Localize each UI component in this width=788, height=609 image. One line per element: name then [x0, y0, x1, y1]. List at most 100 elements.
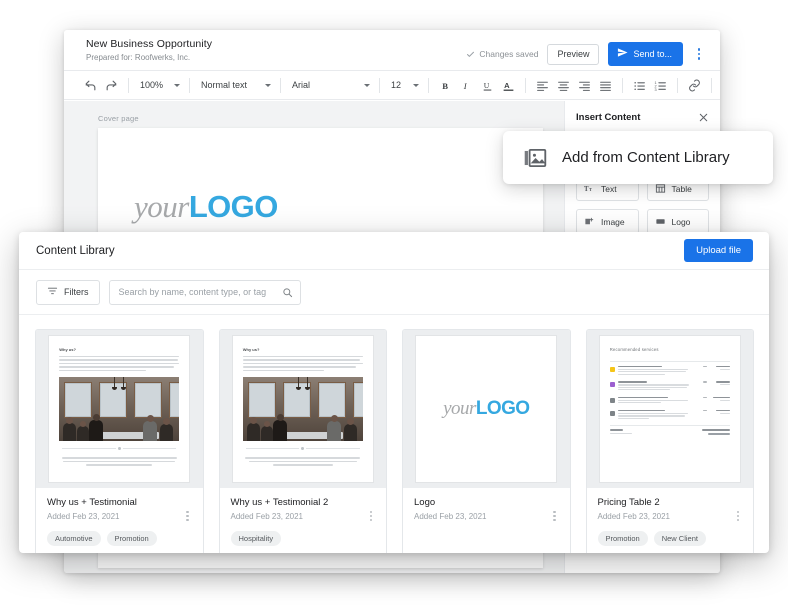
align-center-icon[interactable] [553, 75, 574, 96]
save-status-label: Changes saved [479, 49, 539, 59]
image-icon [584, 216, 595, 227]
thumbnail-page: yourLOGO [416, 335, 557, 482]
card-title: Why us + Testimonial 2 [230, 497, 329, 508]
filter-icon [47, 283, 58, 301]
insert-logo-button[interactable]: Logo [646, 209, 709, 234]
zoom-level-select[interactable]: 100% [135, 75, 183, 95]
list-item[interactable]: Why us? [35, 329, 204, 553]
filters-button[interactable]: Filters [36, 279, 100, 305]
insert-logo-label: Logo [671, 216, 691, 227]
toolbar-divider [677, 77, 678, 93]
clear-formatting-icon[interactable] [718, 75, 720, 96]
chevron-down-icon [265, 83, 271, 87]
card-title: Why us + Testimonial [47, 497, 137, 508]
insert-panel-header: Insert Content [576, 101, 709, 134]
toolbar-divider [525, 77, 526, 93]
tag[interactable]: Hospitality [230, 531, 282, 546]
thumbnail-table-row [609, 365, 730, 377]
logo-text-your: your [443, 398, 476, 419]
add-from-content-library-label: Add from Content Library [562, 149, 730, 166]
thumbnail-heading: Why us? [242, 346, 260, 352]
bulleted-list-icon[interactable] [629, 75, 650, 96]
tag[interactable]: Promotion [597, 531, 648, 546]
page-title: New Business Opportunity [86, 38, 213, 50]
close-icon[interactable] [698, 112, 709, 123]
thumbnail-logo: yourLOGO [426, 346, 547, 471]
card-tags [414, 531, 560, 546]
thumbnail-heading: Why us? [59, 346, 76, 352]
svg-text:T: T [589, 187, 592, 192]
thumbnail-heading: Recommended services [609, 346, 659, 352]
more-options-icon[interactable] [692, 46, 706, 62]
card-more-options-icon[interactable] [732, 509, 744, 523]
tag[interactable]: Automotive [47, 531, 101, 546]
card-tags: Promotion New Client [597, 531, 744, 546]
thumbnail-table-header [609, 359, 730, 362]
paragraph-style-select[interactable]: Normal text [196, 75, 274, 95]
document-title-block: New Business Opportunity Prepared for: R… [86, 36, 212, 64]
document-header: New Business Opportunity Prepared for: R… [64, 30, 720, 70]
tag[interactable]: New Client [653, 531, 706, 546]
text-color-icon[interactable]: A [498, 75, 519, 96]
toolbar-divider [428, 77, 429, 93]
send-plane-icon [617, 47, 629, 61]
content-library-grid: Why us? Why us + Testimonial Added Feb 2… [19, 315, 769, 553]
document-logo: yourLOGO [98, 190, 543, 224]
formatting-toolbar: 100% Normal text Arial 12 B I U A 1 2 3 [64, 70, 720, 100]
svg-text:T: T [584, 186, 589, 193]
list-item[interactable]: yourLOGO Logo Added Feb 23, 2021 [402, 329, 571, 553]
toolbar-divider [379, 77, 380, 93]
align-right-icon[interactable] [574, 75, 595, 96]
svg-text:U: U [484, 81, 490, 90]
underline-icon[interactable]: U [477, 75, 498, 96]
card-title: Pricing Table 2 [597, 497, 660, 508]
insert-image-label: Image [601, 216, 625, 227]
paragraph-style-value: Normal text [201, 80, 248, 90]
card-more-options-icon[interactable] [549, 509, 561, 523]
font-size-select[interactable]: 12 [386, 75, 422, 95]
card-date: Added Feb 23, 2021 [230, 512, 304, 521]
align-left-icon[interactable] [532, 75, 553, 96]
content-library-modal: Content Library Upload file Filters Sear… [19, 232, 769, 553]
insert-text-label: Text [601, 183, 617, 194]
svg-text:B: B [442, 80, 448, 90]
card-date: Added Feb 23, 2021 [414, 512, 487, 521]
svg-text:I: I [463, 80, 468, 90]
image-library-icon [522, 145, 548, 171]
toolbar-divider [280, 77, 281, 93]
card-thumbnail: Why us? [36, 330, 203, 488]
font-size-value: 12 [391, 80, 402, 90]
list-item[interactable]: Recommended services Pricing Table 2 Add… [585, 329, 754, 553]
card-tags: Hospitality [230, 531, 377, 546]
svg-text:3: 3 [655, 87, 657, 91]
thumbnail-table-total [609, 425, 730, 435]
chevron-down-icon [413, 83, 419, 87]
bold-icon[interactable]: B [435, 75, 456, 96]
preview-button[interactable]: Preview [547, 43, 600, 65]
align-justify-icon[interactable] [595, 75, 616, 96]
card-more-options-icon[interactable] [182, 509, 194, 523]
search-box[interactable] [108, 279, 301, 305]
insert-image-button[interactable]: Image [576, 209, 639, 234]
link-icon[interactable] [684, 75, 705, 96]
redo-icon[interactable] [101, 75, 122, 96]
list-item[interactable]: Why us? [218, 329, 387, 553]
font-family-select[interactable]: Arial [287, 75, 373, 95]
upload-file-button[interactable]: Upload file [684, 239, 753, 262]
send-to-button[interactable]: Send to... [608, 42, 683, 66]
document-actions: Changes saved Preview Send to... [466, 36, 706, 66]
content-library-title: Content Library [36, 244, 115, 257]
toolbar-divider [711, 77, 712, 93]
document-subtitle: Prepared for: Roofwerks, Inc. [86, 53, 191, 62]
add-from-content-library-card[interactable]: Add from Content Library [503, 131, 773, 184]
search-input[interactable] [109, 280, 300, 304]
undo-icon[interactable] [80, 75, 101, 96]
tag[interactable]: Promotion [106, 531, 157, 546]
toolbar-divider [622, 77, 623, 93]
card-more-options-icon[interactable] [365, 509, 377, 523]
thumbnail-page: Why us? [49, 335, 190, 482]
thumbnail-body-text [242, 355, 363, 372]
italic-icon[interactable]: I [456, 75, 477, 96]
numbered-list-icon[interactable]: 1 2 3 [650, 75, 671, 96]
logo-icon [655, 216, 666, 227]
